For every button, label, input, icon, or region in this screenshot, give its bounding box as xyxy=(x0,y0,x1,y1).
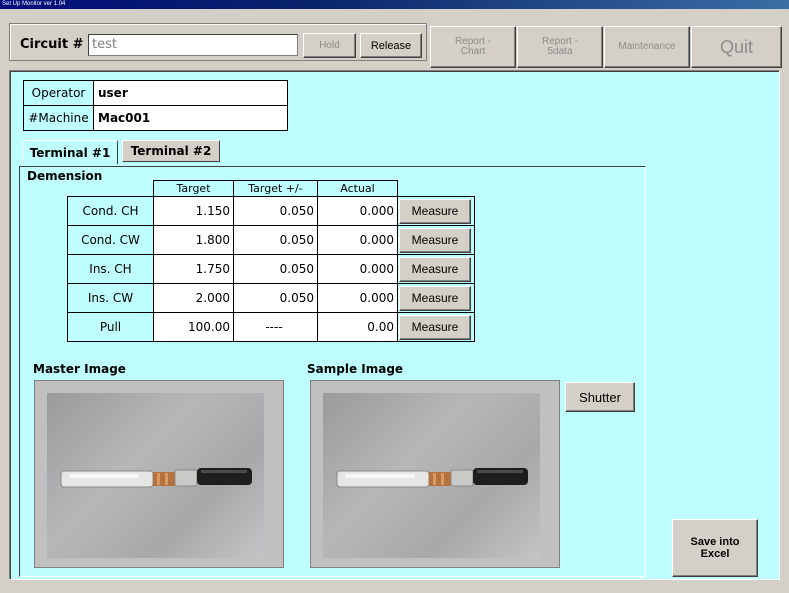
row-name: Ins. CH xyxy=(67,254,154,284)
measure-button[interactable]: Measure xyxy=(399,285,471,311)
measure-button[interactable]: Measure xyxy=(399,227,471,253)
save-label-2: Excel xyxy=(700,548,730,560)
circuit-label: Circuit # xyxy=(20,37,84,52)
operator-label: Operator xyxy=(23,80,94,106)
operator-info-table: Operator user #Machine Mac001 xyxy=(23,80,288,131)
actual-value: 0.000 xyxy=(317,196,398,226)
tolerance-value: ---- xyxy=(233,312,318,342)
row-name: Cond. CH xyxy=(67,196,154,226)
measure-cell: Measure xyxy=(397,196,475,226)
row-name: Ins. CW xyxy=(67,283,154,313)
header-actual: Actual xyxy=(317,180,398,197)
header-target: Target xyxy=(153,180,234,197)
table-row: Cond. CW 1.800 0.050 0.000 Measure xyxy=(67,225,475,255)
window-title: Set Up Monitor ver 1.04 xyxy=(0,0,789,9)
save-label-1: Save into xyxy=(690,536,740,548)
row-name: Pull xyxy=(67,312,154,342)
dimension-table: Target Target +/- Actual Cond. CH 1.150 … xyxy=(67,180,475,342)
table-row: Ins. CH 1.750 0.050 0.000 Measure xyxy=(67,254,475,284)
actual-value: 0.000 xyxy=(317,225,398,255)
measure-cell: Measure xyxy=(397,283,475,313)
connector-photo-icon xyxy=(336,468,528,488)
report-5data-label-2: 5data xyxy=(547,46,573,57)
measure-cell: Measure xyxy=(397,225,475,255)
release-button[interactable]: Release xyxy=(360,33,422,58)
table-row: Pull 100.00 ---- 0.00 Measure xyxy=(67,312,475,342)
tab-terminal-2[interactable]: Terminal #2 xyxy=(122,140,220,162)
sample-image-label: Sample Image xyxy=(307,362,404,376)
report-chart-label-2: Chart xyxy=(460,46,486,57)
header-tolerance: Target +/- xyxy=(233,180,318,197)
operator-value: user xyxy=(93,80,288,106)
measure-button[interactable]: Measure xyxy=(399,314,471,340)
sample-image xyxy=(323,393,540,558)
circuit-input[interactable]: test xyxy=(88,34,298,56)
machine-label: #Machine xyxy=(23,105,94,131)
actual-value: 0.000 xyxy=(317,283,398,313)
measure-button[interactable]: Measure xyxy=(399,198,471,224)
shutter-button[interactable]: Shutter xyxy=(565,382,635,412)
actual-value: 0.00 xyxy=(317,312,398,342)
tolerance-value: 0.050 xyxy=(233,283,318,313)
measure-cell: Measure xyxy=(397,312,475,342)
target-value: 1.750 xyxy=(153,254,234,284)
report-5data-button[interactable]: Report - 5data xyxy=(517,26,603,68)
target-value: 100.00 xyxy=(153,312,234,342)
table-row: Cond. CH 1.150 0.050 0.000 Measure xyxy=(67,196,475,226)
table-row: Ins. CW 2.000 0.050 0.000 Measure xyxy=(67,283,475,313)
connector-photo-icon xyxy=(60,468,252,488)
measure-cell: Measure xyxy=(397,254,475,284)
report-chart-button[interactable]: Report - Chart xyxy=(430,26,516,68)
tolerance-value: 0.050 xyxy=(233,225,318,255)
row-name: Cond. CW xyxy=(67,225,154,255)
master-image xyxy=(47,393,264,558)
maintenance-button[interactable]: Maintenance xyxy=(604,26,690,68)
target-value: 1.800 xyxy=(153,225,234,255)
actual-value: 0.000 xyxy=(317,254,398,284)
measure-button[interactable]: Measure xyxy=(399,256,471,282)
header-blank xyxy=(68,181,154,197)
hold-button[interactable]: Hold xyxy=(303,33,356,58)
tolerance-value: 0.050 xyxy=(233,254,318,284)
target-value: 1.150 xyxy=(153,196,234,226)
tab-terminal-1[interactable]: Terminal #1 xyxy=(22,140,118,164)
save-into-excel-button[interactable]: Save into Excel xyxy=(672,519,758,577)
quit-button[interactable]: Quit xyxy=(691,26,782,68)
master-image-label: Master Image xyxy=(33,362,126,376)
header-blank xyxy=(398,181,475,197)
tolerance-value: 0.050 xyxy=(233,196,318,226)
machine-value: Mac001 xyxy=(93,105,288,131)
target-value: 2.000 xyxy=(153,283,234,313)
